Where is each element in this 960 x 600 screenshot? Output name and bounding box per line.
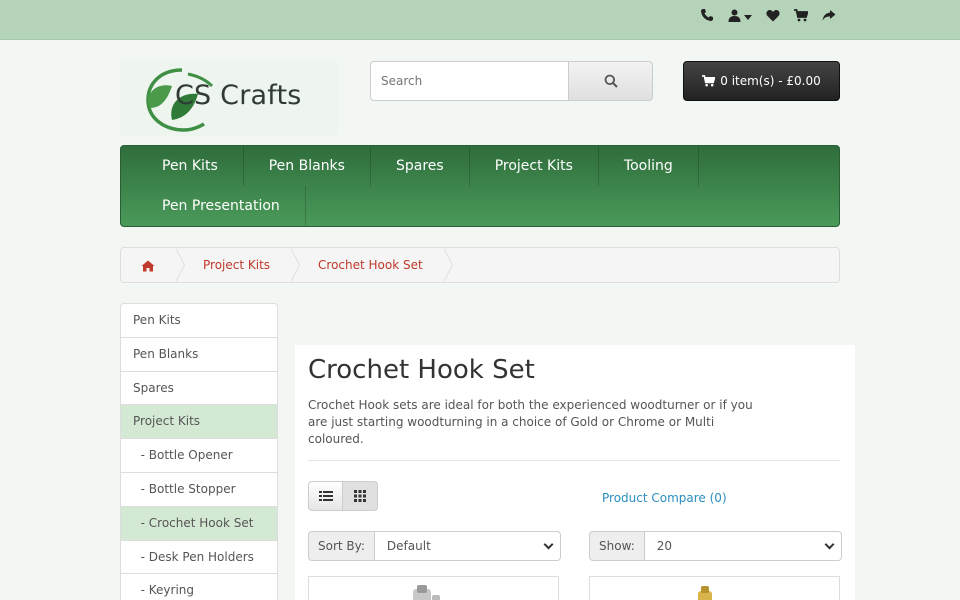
breadcrumb-project-kits[interactable]: Project Kits xyxy=(177,248,301,282)
menu-item-tooling[interactable]: Tooling xyxy=(599,146,699,186)
cart-icon[interactable] xyxy=(794,8,809,27)
chevron-down-icon xyxy=(543,539,554,550)
product-image xyxy=(413,585,440,600)
sort-label: Sort By: xyxy=(308,531,375,561)
sidebar-item-spares[interactable]: Spares xyxy=(121,372,277,406)
grid-view-button[interactable] xyxy=(343,481,378,511)
share-icon[interactable] xyxy=(822,9,836,27)
product-card[interactable] xyxy=(589,576,840,600)
chevron-down-icon xyxy=(824,539,835,550)
list-icon xyxy=(318,491,333,501)
chevron-down-icon xyxy=(744,15,752,20)
sidebar-item-bottle-stopper[interactable]: - Bottle Stopper xyxy=(121,473,277,507)
sidebar-item-desk-pen-holders[interactable]: - Desk Pen Holders xyxy=(121,541,277,575)
top-bar xyxy=(0,0,960,40)
phone-icon[interactable] xyxy=(700,8,714,27)
sidebar-item-bottle-opener[interactable]: - Bottle Opener xyxy=(121,439,277,473)
breadcrumb-home[interactable] xyxy=(121,248,185,282)
category-description: Crochet Hook sets are ideal for both the… xyxy=(308,398,753,446)
view-toggle xyxy=(308,481,378,511)
user-icon[interactable] xyxy=(728,9,752,27)
main-menu: Pen Kits Pen Blanks Spares Project Kits … xyxy=(120,145,840,227)
site-logo[interactable]: CS Crafts xyxy=(120,60,338,136)
search-button[interactable] xyxy=(568,61,653,101)
sidebar-item-project-kits[interactable]: Project Kits xyxy=(121,405,277,440)
category-content: Crochet Hook Set Crochet Hook sets are i… xyxy=(295,345,855,600)
sort-group: Sort By: Default xyxy=(308,531,561,561)
sidebar-item-pen-blanks[interactable]: Pen Blanks xyxy=(121,338,277,372)
sort-value: Default xyxy=(386,539,431,553)
show-label: Show: xyxy=(589,531,645,561)
menu-item-spares[interactable]: Spares xyxy=(371,146,470,186)
breadcrumb: Project Kits Crochet Hook Set xyxy=(120,247,840,283)
divider xyxy=(308,460,840,461)
cart-button[interactable]: 0 item(s) - £0.00 xyxy=(683,61,840,101)
cart-label: 0 item(s) - £0.00 xyxy=(720,74,821,88)
logo-text: CS Crafts xyxy=(175,80,302,111)
category-sidebar: Pen Kits Pen Blanks Spares Project Kits … xyxy=(120,303,278,600)
product-compare-link[interactable]: Product Compare (0) xyxy=(602,491,727,505)
limit-value: 20 xyxy=(656,539,673,553)
menu-item-project-kits[interactable]: Project Kits xyxy=(470,146,599,186)
search-group xyxy=(370,61,653,101)
search-icon xyxy=(604,74,618,88)
grid-icon xyxy=(354,490,366,502)
sort-select[interactable]: Default xyxy=(374,531,561,561)
sidebar-item-keyring[interactable]: - Keyring xyxy=(121,574,277,600)
menu-item-pen-presentation[interactable]: Pen Presentation xyxy=(137,186,306,226)
menu-item-pen-kits[interactable]: Pen Kits xyxy=(137,146,244,186)
page-title: Crochet Hook Set xyxy=(308,355,535,385)
heart-icon[interactable] xyxy=(766,9,780,27)
top-links xyxy=(700,8,836,27)
list-view-button[interactable] xyxy=(308,481,343,511)
sidebar-item-pen-kits[interactable]: Pen Kits xyxy=(121,304,277,338)
product-image xyxy=(698,586,712,600)
breadcrumb-crochet-hook-set[interactable]: Crochet Hook Set xyxy=(292,248,453,282)
product-card[interactable] xyxy=(308,576,559,600)
home-icon xyxy=(141,260,155,271)
search-input[interactable] xyxy=(370,61,569,101)
cart-icon xyxy=(702,75,716,87)
show-group: Show: 20 xyxy=(589,531,842,561)
limit-select[interactable]: 20 xyxy=(644,531,842,561)
menu-item-pen-blanks[interactable]: Pen Blanks xyxy=(244,146,371,186)
sidebar-item-crochet-hook-set[interactable]: - Crochet Hook Set xyxy=(121,506,277,541)
